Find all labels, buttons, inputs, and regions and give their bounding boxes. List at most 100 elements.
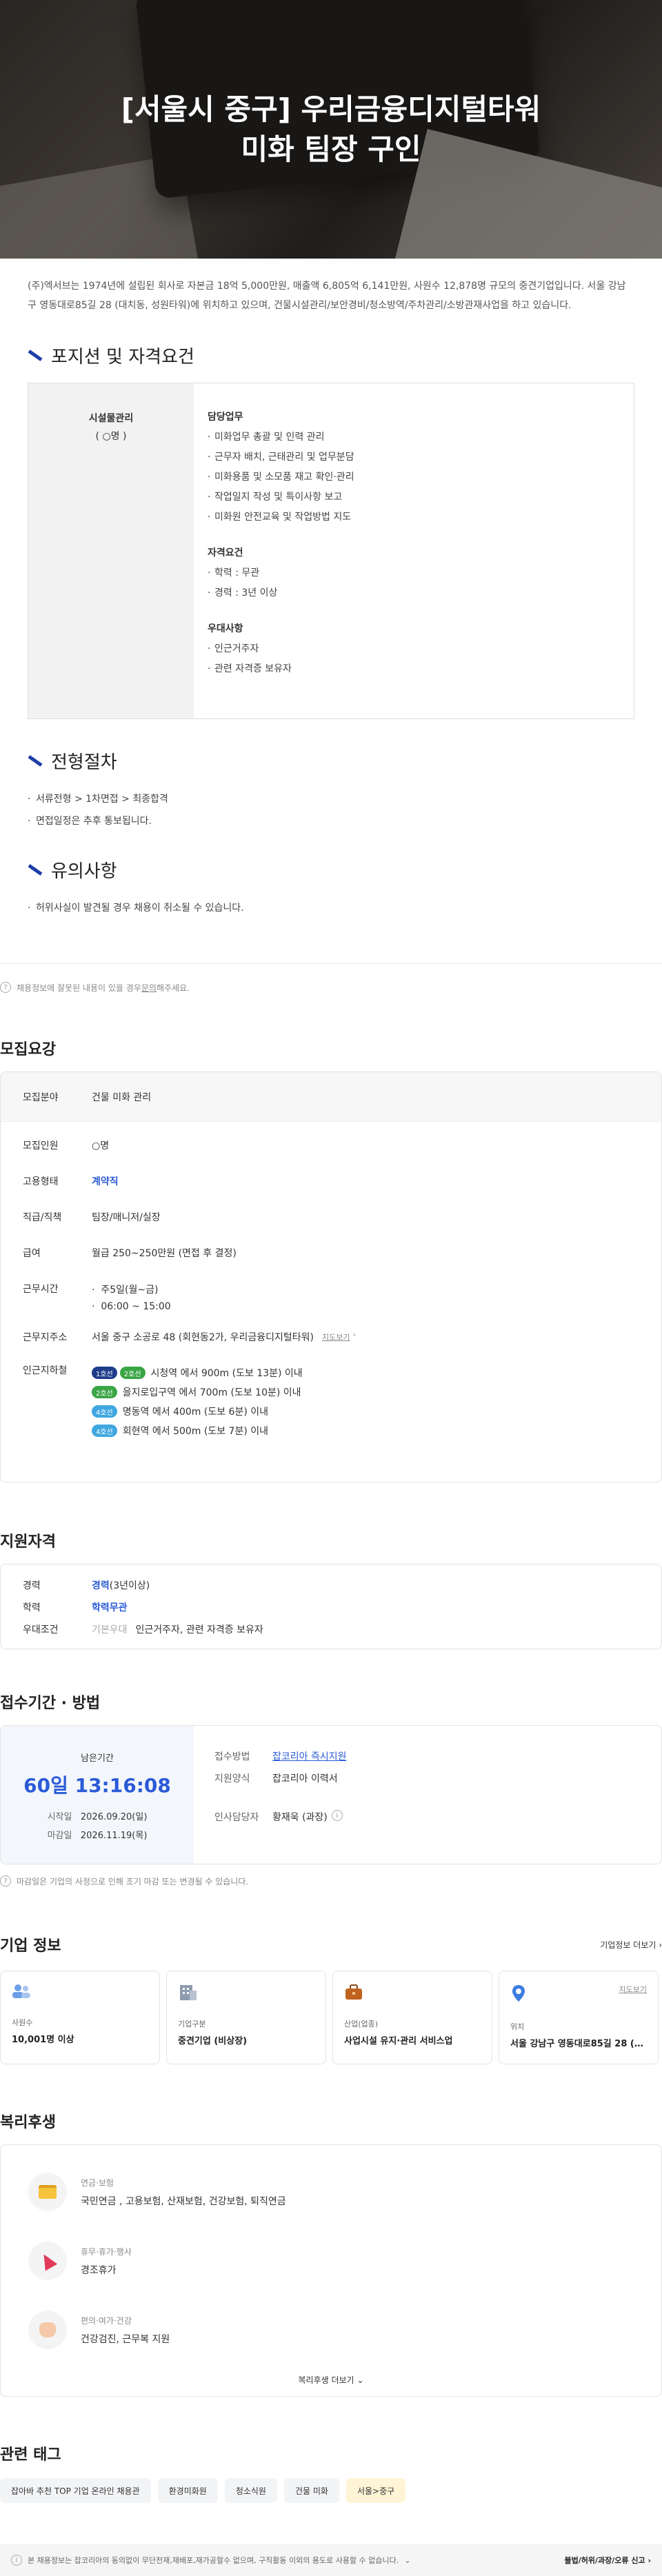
work-hours: · 주5일(월~금) · 06:00 ~ 15:00 xyxy=(92,1285,171,1312)
briefcase-icon xyxy=(345,1984,362,2000)
apply-panel: 남은기간 60일 13:16:08 시작일 2026.09.20(일) 마감일 … xyxy=(0,1725,662,1864)
info-icon[interactable]: i xyxy=(331,1810,343,1821)
report-notice: ? 채용정보에 잘못된 내용이 있을 경우 문의 해주세요. xyxy=(0,979,662,996)
caution-list: 허위사실이 발견될 경우 채용이 취소될 수 있습니다. xyxy=(0,890,662,936)
list-item: 인근거주자 xyxy=(208,639,354,659)
welfare-more-button[interactable]: 복리후생 더보기 ⌄ xyxy=(1,2374,661,2386)
question-icon: ? xyxy=(0,1875,11,1886)
tag-item[interactable]: 서울>중구 xyxy=(345,2478,406,2503)
position-group-list: 미화업무 총괄 및 인력 관리근무자 배치, 근태관리 및 업무분담미화용품 및… xyxy=(208,427,354,527)
position-group-title: 우대사항 xyxy=(208,623,243,634)
welfare-item: 연금·보험 국민연금 , 고용보험, 산재보험, 건강보험, 퇴직연금 xyxy=(1,2157,661,2226)
recruit-title: 모집요강 xyxy=(0,1041,56,1058)
qualify-title: 지원자격 xyxy=(0,1533,56,1551)
building-icon xyxy=(180,1985,197,2000)
section-mark-icon xyxy=(28,754,43,767)
welfare-title: 복리후생 xyxy=(0,2114,56,2131)
section-mark-icon xyxy=(28,349,43,361)
subway-distance: 시청역 에서 900m (도보 13분) 이내 xyxy=(150,1368,303,1379)
position-section-title: 포지션 및 자격요건 xyxy=(0,334,662,376)
position-details: 담당업무미화업무 총괄 및 인력 관리근무자 배치, 근태관리 및 업무분담미화… xyxy=(194,383,368,718)
report-link[interactable]: 불법/허위/과장/오류 신고 › xyxy=(565,2555,651,2566)
position-group-list: 학력 : 무관경력 : 3년 이상 xyxy=(208,563,354,603)
position-group-title: 자격요건 xyxy=(208,547,243,559)
chevron-down-icon: ⌄ xyxy=(357,2375,364,2385)
apply-method-link[interactable]: 잡코리아 즉시지원 xyxy=(272,1749,347,1763)
question-icon: ? xyxy=(0,982,11,993)
job-title: [서울시 중구] 우리금융디지털타워 미화 팀장 구인 xyxy=(121,92,541,166)
subway-line-badge: 2호선 xyxy=(92,1386,117,1398)
subway-distance: 회현역 에서 500m (도보 7분) 이내 xyxy=(122,1426,269,1437)
company-card-employees: 사원수 10,001명 이상 xyxy=(0,1971,160,2064)
position-job: 시설물관리 ( ○명 ) xyxy=(28,383,194,718)
list-item: 미화원 안전교육 및 작업방법 지도 xyxy=(208,507,354,527)
tag-list: 잡아바 추천 TOP 기업 온라인 채용관 환경미화원 청소식원 건물 미화 서울>중구 xyxy=(0,2478,662,2503)
hand-icon xyxy=(28,2311,67,2349)
process-section-title: 전형절차 xyxy=(0,740,662,781)
tag-item[interactable]: 환경미화원 xyxy=(157,2478,218,2503)
party-icon xyxy=(28,2242,67,2280)
company-cards: 사원수 10,001명 이상 기업구분 중견기업 (비상장) 산업(업종) 사업… xyxy=(0,1971,662,2064)
subway-line-badge: 2호선 xyxy=(119,1367,146,1379)
subway-item: 4호선 회현역 에서 500m (도보 7분) 이내 xyxy=(92,1421,303,1440)
people-icon xyxy=(12,1984,30,1998)
recruit-field: 건물 미화 관리 xyxy=(92,1091,152,1103)
map-link[interactable]: 지도보기 xyxy=(619,1984,647,1995)
subway-item: 2호선 을지로입구역 에서 700m (도보 10분) 이내 xyxy=(92,1382,303,1402)
list-item: 근무자 배치, 근태관리 및 업무분담 xyxy=(208,447,354,467)
list-item: 미화용품 및 소모품 재고 확인·관리 xyxy=(208,467,354,487)
subway-item: 4호선 명동역 에서 400m (도보 6분) 이내 xyxy=(92,1402,303,1421)
inquiry-link[interactable]: 문의 xyxy=(141,982,157,994)
subway-list: 1호선 2호선 시청역 에서 900m (도보 13분) 이내 2호선 을지로입구역 에… xyxy=(92,1363,303,1440)
info-icon: i xyxy=(11,2555,22,2566)
subway-line-badge: 4호선 xyxy=(92,1425,117,1437)
pin-icon xyxy=(512,1985,525,2002)
company-intro: (주)엑서브는 1974년에 설립된 회사로 자본금 18억 5,000만원, … xyxy=(28,281,626,311)
list-item: 면접일정은 추후 통보됩니다. xyxy=(28,810,634,832)
section-mark-icon xyxy=(28,863,43,876)
subway-line-badge: 4호선 xyxy=(92,1405,117,1418)
work-address: 서울 중구 소공로 48 (회현동2가, 우리금융디지털타워) xyxy=(92,1332,314,1343)
qualify-panel: 경력 경력 (3년이상) 학력 학력무관 우대조건 기본우대 인근거주자, 관련 자격증… xyxy=(0,1564,662,1649)
subway-distance: 을지로입구역 에서 700m (도보 10분) 이내 xyxy=(122,1387,301,1398)
envelope-icon xyxy=(28,2173,67,2211)
company-title: 기업 정보 xyxy=(0,1938,61,1955)
list-item: 허위사실이 발견될 경우 채용이 취소될 수 있습니다. xyxy=(28,897,634,919)
position-group-title: 담당업무 xyxy=(208,412,243,423)
hero-banner: [서울시 중구] 우리금융디지털타워 미화 팀장 구인 xyxy=(0,0,662,259)
subway-line-badge: 1호선 xyxy=(92,1367,117,1379)
company-card-type: 기업구분 중견기업 (비상장) xyxy=(166,1971,326,2064)
deadline-box: 남은기간 60일 13:16:08 시작일 2026.09.20(일) 마감일 … xyxy=(1,1726,194,1864)
position-group-list: 인근거주자관련 자격증 보유자 xyxy=(208,639,354,679)
caution-section-title: 유의사항 xyxy=(0,849,662,890)
list-item: 미화업무 총괄 및 인력 관리 xyxy=(208,427,354,447)
tag-item[interactable]: 잡아바 추천 TOP 기업 온라인 채용관 xyxy=(0,2478,151,2503)
subway-item: 1호선 2호선 시청역 에서 900m (도보 13분) 이내 xyxy=(92,1363,303,1382)
recruit-panel: 모집분야 건물 미화 관리 모집인원 ○명 고용형태 계약직 직급/직책 팀장/매니저… xyxy=(0,1071,662,1482)
tag-item[interactable]: 건물 미화 xyxy=(283,2478,339,2503)
apply-title: 접수기간 · 방법 xyxy=(0,1695,101,1712)
chevron-down-icon[interactable]: ⌄ xyxy=(404,2556,410,2565)
employment-type: 계약직 xyxy=(92,1176,119,1187)
map-link[interactable]: 지도보기 xyxy=(322,1331,350,1342)
company-card-industry: 산업(업종) 사업시설 유지·관리 서비스업 xyxy=(332,1971,492,2064)
subway-distance: 명동역 에서 400m (도보 6분) 이내 xyxy=(122,1407,269,1418)
remaining-time: 60일 13:16:08 xyxy=(23,1774,171,1797)
salary: 월급 250~250만원 (면접 후 결정) xyxy=(92,1248,237,1259)
process-list: 서류전형 > 1차면접 > 최종합격 면접일정은 추후 통보됩니다. xyxy=(0,781,662,849)
manager-name: 황재욱 (과장) xyxy=(272,1812,328,1823)
tags-title: 관련 태그 xyxy=(0,2446,61,2464)
chevron-right-icon: › xyxy=(352,1330,356,1339)
list-item: 경력 : 3년 이상 xyxy=(208,583,354,603)
welfare-panel: 연금·보험 국민연금 , 고용보험, 산재보험, 건강보험, 퇴직연금 휴무·휴가… xyxy=(0,2144,662,2397)
list-item: 관련 자격증 보유자 xyxy=(208,659,354,679)
list-item: 서류전형 > 1차면접 > 최종합격 xyxy=(28,788,634,810)
company-more-link[interactable]: 기업정보 더보기 › xyxy=(600,1939,662,1951)
list-item: 작업일지 작성 및 특이사항 보고 xyxy=(208,487,354,507)
position-table: 시설물관리 ( ○명 ) 담당업무미화업무 총괄 및 인력 관리근무자 배치, … xyxy=(28,383,634,719)
footer-notice: i본 채용정보는 잡코리아의 동의없이 무단전재,재배포,재가공할수 없으며, … xyxy=(0,2544,662,2576)
tag-item[interactable]: 청소식원 xyxy=(224,2478,277,2503)
list-item: 학력 : 무관 xyxy=(208,563,354,583)
welfare-item: 편의·여가·건강 건강검진, 근무복 지원 xyxy=(1,2295,661,2364)
welfare-item: 휴무·휴가·행사 경조휴가 xyxy=(1,2226,661,2295)
